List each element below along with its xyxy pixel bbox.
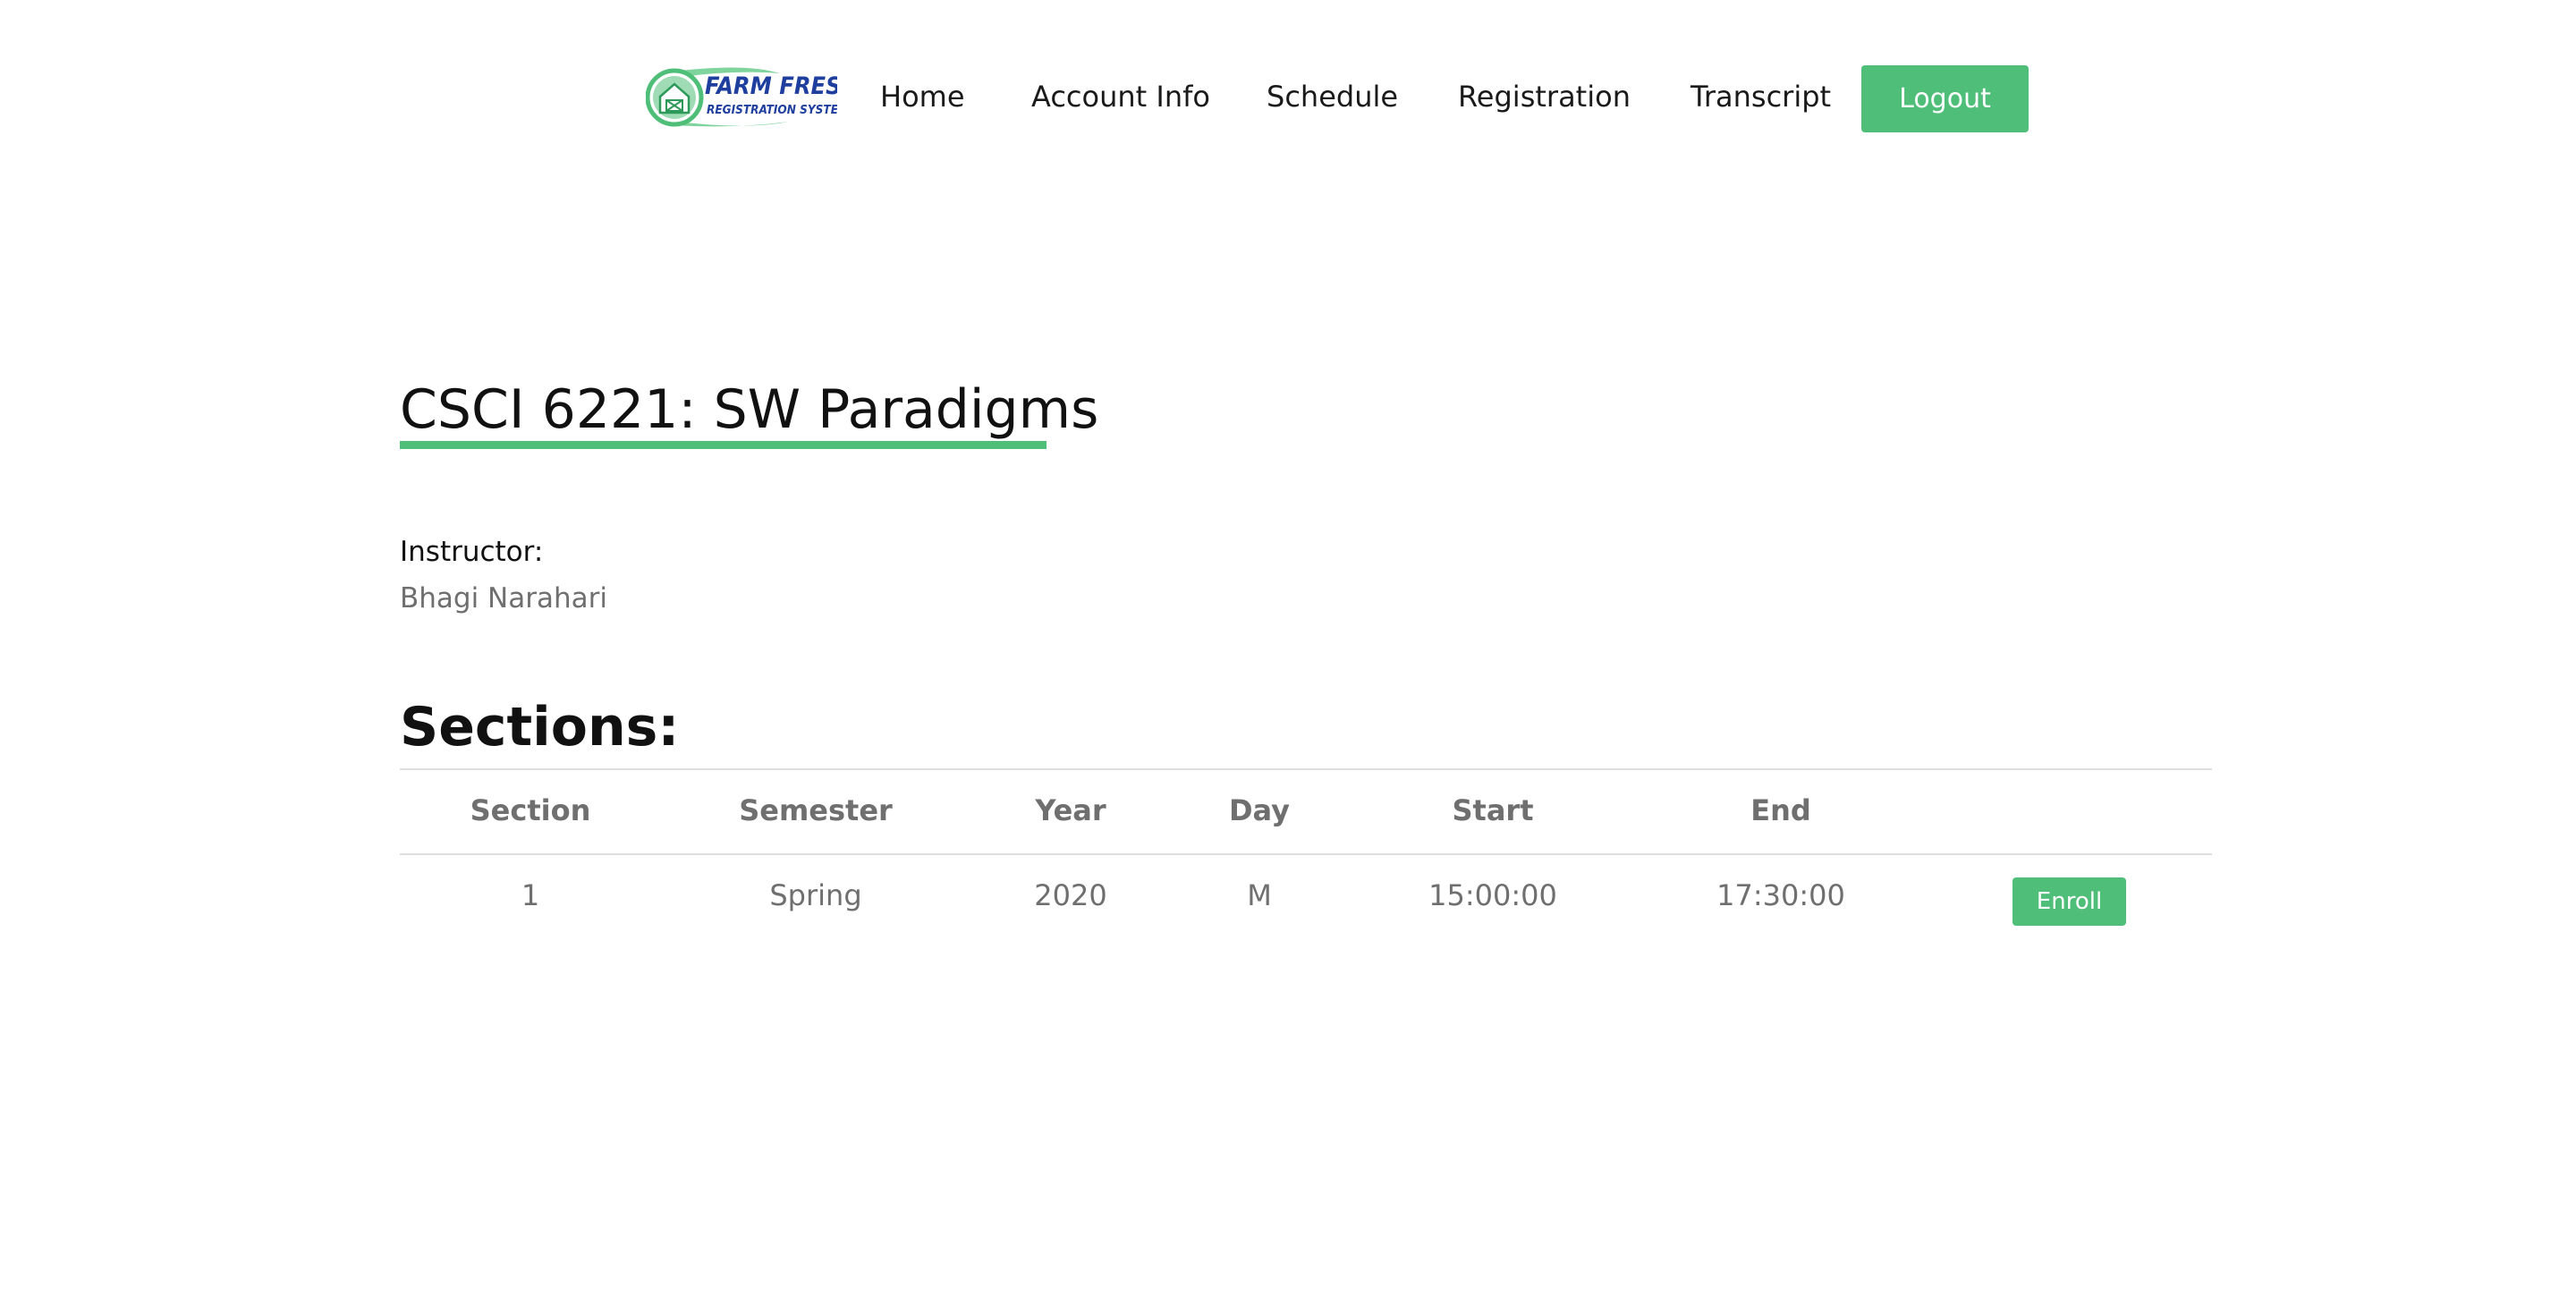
cell-day: M <box>1247 878 1272 912</box>
instructor-label: Instructor: <box>400 536 544 568</box>
table-top-divider <box>400 768 2212 770</box>
enroll-button[interactable]: Enroll <box>2012 877 2126 926</box>
instructor-name: Bhagi Narahari <box>400 582 607 614</box>
cell-year: 2020 <box>1034 878 1107 912</box>
nav-account-info-link[interactable]: Account Info <box>1031 75 1210 118</box>
course-title: CSCI 6221: SW Paradigms <box>400 378 1099 441</box>
cell-end-time: 17:30:00 <box>1716 878 1845 912</box>
top-navigation-bar: FARM FRESH REGISTRATION SYSTEM Home Acco… <box>0 0 2576 197</box>
logout-button[interactable]: Logout <box>1861 65 2029 132</box>
nav-home-link[interactable]: Home <box>880 75 965 118</box>
nav-transcript-link[interactable]: Transcript <box>1690 75 1831 118</box>
nav-registration-link[interactable]: Registration <box>1458 75 1631 118</box>
sections-heading: Sections: <box>400 696 680 758</box>
cell-section: 1 <box>521 878 540 912</box>
column-header-year: Year <box>1035 793 1106 827</box>
cell-start-time: 15:00:00 <box>1428 878 1557 912</box>
nav-schedule-link[interactable]: Schedule <box>1267 75 1398 118</box>
barn-mailbox-icon: FARM FRESH REGISTRATION SYSTEM <box>645 67 860 127</box>
column-header-section: Section <box>470 793 591 827</box>
farm-fresh-logo[interactable]: FARM FRESH REGISTRATION SYSTEM <box>645 64 860 131</box>
column-header-semester: Semester <box>739 793 893 827</box>
column-header-end: End <box>1750 793 1811 827</box>
cell-semester: Spring <box>769 878 862 912</box>
column-header-day: Day <box>1228 793 1291 827</box>
column-header-start: Start <box>1452 793 1534 827</box>
table-header-divider <box>400 853 2212 855</box>
title-underline <box>400 441 1046 449</box>
logo-line2: REGISTRATION SYSTEM <box>707 103 837 117</box>
logo-line1: FARM FRESH <box>705 72 837 100</box>
